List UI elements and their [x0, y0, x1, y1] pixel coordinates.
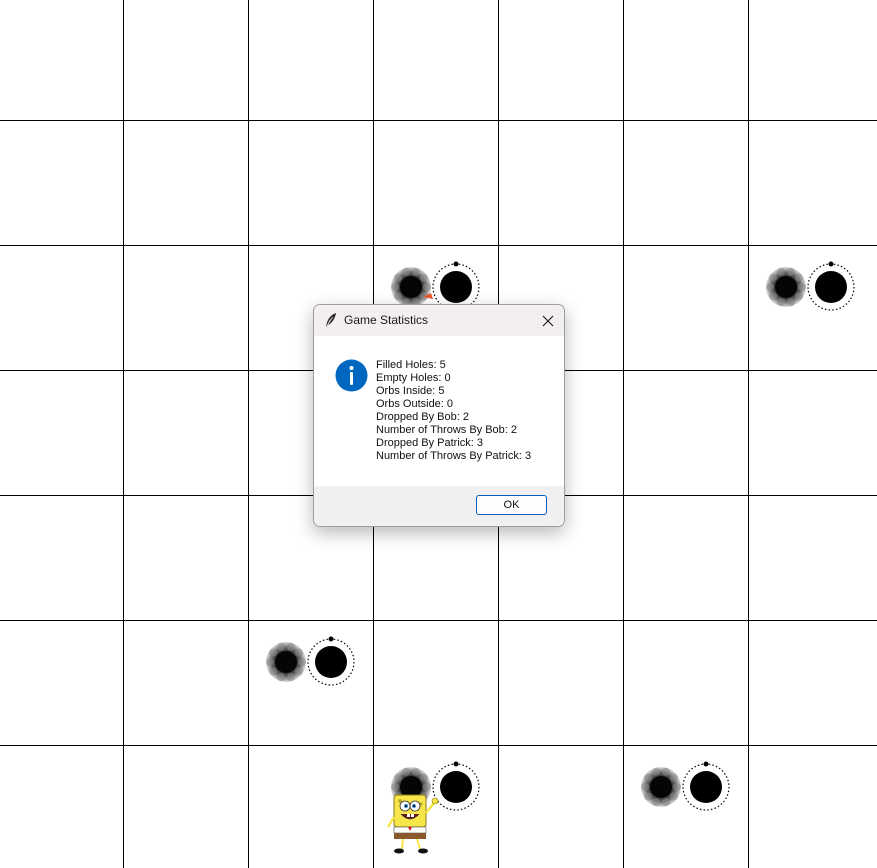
- feather-icon: [325, 313, 336, 328]
- stat-dropped-by-bob: Dropped By Bob: 2: [376, 411, 469, 423]
- close-icon: [542, 315, 554, 326]
- ok-button[interactable]: OK: [476, 495, 547, 515]
- stat-throws-by-bob: Number of Throws By Bob: 2: [376, 424, 518, 436]
- stat-filled-holes: Filled Holes: 5: [376, 359, 446, 371]
- hole-icon: [641, 767, 681, 807]
- hole-icon: [391, 267, 431, 307]
- dialog-titlebar[interactable]: Game Statistics: [314, 305, 564, 336]
- close-button[interactable]: [532, 305, 564, 336]
- dialog-footer: OK: [314, 486, 564, 526]
- game-statistics-dialog: Game Statistics Filled Holes: 5 Empty Ho…: [313, 304, 565, 527]
- stat-dropped-by-patrick: Dropped By Patrick: 3: [376, 437, 483, 449]
- info-icon: [335, 359, 368, 392]
- hole-icon: [266, 642, 306, 682]
- dialog-content: Filled Holes: 5 Empty Holes: 0 Orbs Insi…: [314, 336, 564, 486]
- statistics-message: Filled Holes: 5 Empty Holes: 0 Orbs Insi…: [376, 359, 531, 463]
- stat-throws-by-patrick: Number of Throws By Patrick: 3: [376, 450, 532, 462]
- stat-empty-holes: Empty Holes: 0: [376, 372, 451, 384]
- stat-orbs-inside: Orbs Inside: 5: [376, 385, 445, 397]
- dialog-title: Game Statistics: [344, 313, 429, 327]
- stat-orbs-outside: Orbs Outside: 0: [376, 398, 454, 410]
- hole-icon: [766, 267, 806, 307]
